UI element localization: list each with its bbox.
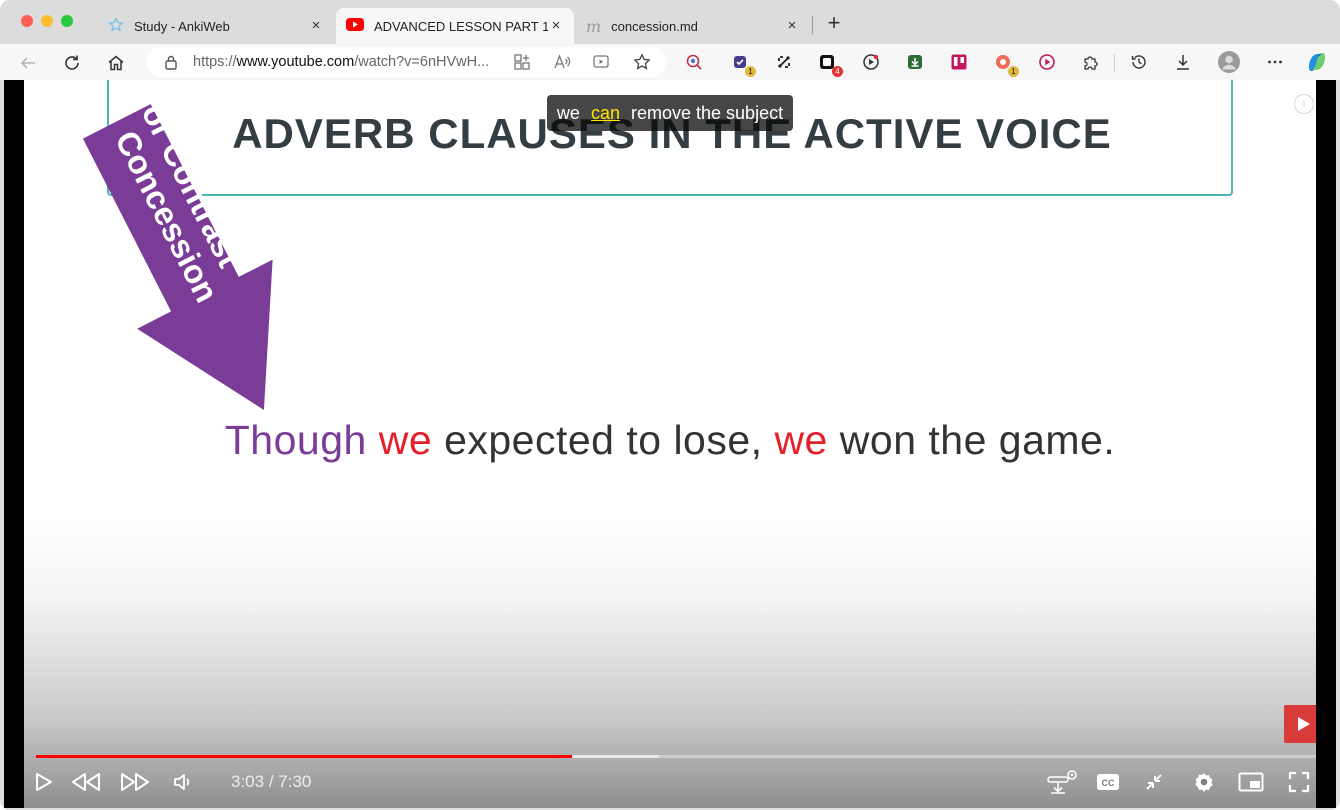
volume-icon <box>174 774 190 790</box>
app-available-icon[interactable] <box>511 51 533 73</box>
fullscreen-icon <box>1288 771 1310 793</box>
address-bar[interactable]: https://www.youtube.com/watch?v=6nHVwH..… <box>146 47 666 77</box>
info-icon[interactable]: i <box>1294 94 1314 114</box>
video-frame[interactable]: ADVERB CLAUSES IN THE ACTIVE VOICE we ca… <box>24 80 1316 808</box>
time-display: 3:03 / 7:30 <box>231 772 311 792</box>
extension-1-icon[interactable]: 1 <box>729 51 756 77</box>
fullscreen-button[interactable] <box>1282 768 1316 796</box>
zoom-window-button[interactable] <box>61 15 73 27</box>
sentence-main: won the game. <box>839 417 1116 463</box>
video-player[interactable]: ADVERB CLAUSES IN THE ACTIVE VOICE we ca… <box>4 80 1336 808</box>
close-tab-icon[interactable]: × <box>784 18 800 34</box>
video-translate-icon[interactable] <box>590 51 612 73</box>
miniplayer-icon <box>1238 772 1264 792</box>
example-sentence: Though we expected to lose, we won the g… <box>24 417 1316 464</box>
caption-rest: remove the subject <box>631 103 784 123</box>
sentence-clause: expected to lose, <box>444 417 763 463</box>
played-range <box>36 755 573 758</box>
extension-badge: 1 <box>745 66 756 77</box>
youtube-icon <box>346 18 364 34</box>
profile-avatar-icon[interactable] <box>1218 51 1240 73</box>
sentence-conjunction: Though <box>224 417 367 463</box>
play-icon <box>36 773 52 791</box>
next-icon <box>121 773 149 791</box>
browser-window: Study - AnkiWeb × ADVANCED LESSON PART 1… <box>0 0 1340 810</box>
next-button[interactable] <box>117 768 153 796</box>
youtube-logo-button[interactable] <box>1284 705 1316 743</box>
current-time: 3:03 <box>231 772 265 791</box>
reload-button[interactable] <box>59 50 85 76</box>
theater-button[interactable] <box>1138 768 1170 796</box>
extension-video-icon[interactable] <box>860 51 882 73</box>
home-icon <box>108 55 124 71</box>
extension-badge: 4 <box>832 66 843 77</box>
concession-arrow: Concession or Contrast <box>82 98 273 411</box>
extension-badge: 1 <box>1008 66 1019 77</box>
tab-divider <box>812 16 813 34</box>
reload-icon <box>65 55 79 70</box>
extension-3-icon[interactable]: 1 <box>992 51 1019 77</box>
favorite-star-icon[interactable] <box>631 51 653 73</box>
theater-icon <box>1146 774 1162 790</box>
caption-highlight: can <box>590 103 620 123</box>
copilot-icon[interactable] <box>1304 49 1330 75</box>
home-button[interactable] <box>103 50 129 76</box>
time-separator: / <box>268 772 274 791</box>
tab-ankiweb[interactable]: Study - AnkiWeb × <box>98 8 334 44</box>
captions-icon: CC <box>1097 774 1119 790</box>
extension-play-icon[interactable] <box>1036 51 1058 73</box>
volume-button[interactable] <box>168 768 198 796</box>
markdown-m-icon: m <box>586 16 602 36</box>
sentence-subject-2: we <box>774 417 828 463</box>
url-prefix: https:// <box>193 54 237 70</box>
history-icon[interactable] <box>1128 51 1150 73</box>
extension-tools-icon[interactable] <box>773 51 795 73</box>
caption-word: we <box>556 103 580 123</box>
extension-download-icon[interactable] <box>904 51 926 73</box>
close-tab-icon[interactable]: × <box>308 18 324 34</box>
play-button[interactable] <box>28 768 58 796</box>
settings-icon <box>1195 773 1213 792</box>
extension-2-icon[interactable]: 4 <box>816 51 843 77</box>
back-arrow-icon <box>20 57 35 69</box>
sentence-subject-1: we <box>378 417 433 463</box>
tab-youtube[interactable]: ADVANCED LESSON PART 1: H × <box>336 8 574 44</box>
url-domain: www.youtube.com <box>236 54 355 70</box>
anki-star-icon <box>108 16 124 36</box>
tab-title: Study - AnkiWeb <box>134 18 230 34</box>
toolbar-divider <box>1114 54 1115 72</box>
caption-overlay[interactable]: we can remove the subject <box>547 95 793 131</box>
svg-text:CC: CC <box>1102 778 1115 788</box>
new-tab-button[interactable]: + <box>824 12 844 35</box>
browser-toolbar: https://www.youtube.com/watch?v=6nHVwH..… <box>0 44 1340 80</box>
captions-button[interactable]: CC <box>1092 768 1124 796</box>
more-menu-icon[interactable] <box>1264 51 1286 73</box>
autoplay-icon <box>1047 770 1077 794</box>
previous-button[interactable] <box>68 768 104 796</box>
extension-search-icon[interactable] <box>683 51 705 73</box>
youtube-play-icon <box>1298 717 1310 731</box>
duration: 7:30 <box>278 772 312 791</box>
extension-trello-icon[interactable] <box>948 51 970 73</box>
minimize-window-button[interactable] <box>41 15 53 27</box>
tab-strip: Study - AnkiWeb × ADVANCED LESSON PART 1… <box>0 0 1340 44</box>
back-button[interactable] <box>15 50 41 76</box>
progress-bar[interactable] <box>36 755 1316 758</box>
url-path: /watch?v=6nHVwH... <box>354 54 490 70</box>
lock-icon[interactable] <box>164 54 178 75</box>
miniplayer-button[interactable] <box>1234 768 1268 796</box>
close-window-button[interactable] <box>21 15 33 27</box>
previous-icon <box>72 773 100 791</box>
read-aloud-icon[interactable] <box>551 51 573 73</box>
tab-title: ADVANCED LESSON PART 1: H <box>374 18 548 34</box>
tab-title: concession.md <box>611 18 698 34</box>
extensions-puzzle-icon[interactable] <box>1080 51 1102 73</box>
autoplay-button[interactable] <box>1042 768 1082 796</box>
url-text[interactable]: https://www.youtube.com/watch?v=6nHVwH..… <box>193 54 489 70</box>
downloads-icon[interactable] <box>1172 51 1194 73</box>
settings-button[interactable] <box>1188 768 1220 796</box>
close-tab-icon[interactable]: × <box>548 18 564 34</box>
tab-concession-md[interactable]: m concession.md × <box>576 8 810 44</box>
